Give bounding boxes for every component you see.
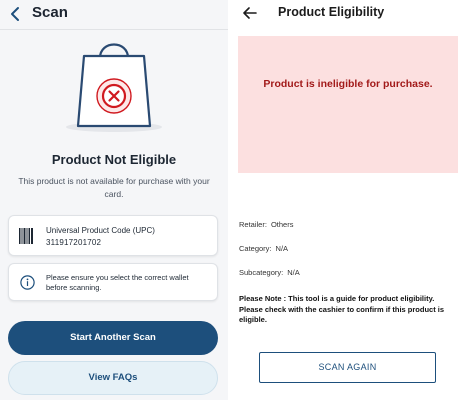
category-value: N/A (275, 244, 289, 253)
eligibility-note: Please Note : This tool is a guide for p… (239, 294, 445, 324)
category-label: Category: (239, 244, 272, 253)
page-title: Product Eligibility (278, 5, 385, 19)
upc-value: 311917201702 (46, 238, 102, 247)
info-card: Please ensure you select the correct wal… (8, 263, 218, 301)
info-text: Please ensure you select the correct wal… (46, 273, 189, 292)
scan-again-button[interactable]: SCAN AGAIN (259, 352, 436, 383)
retailer-label: Retailer: (239, 220, 267, 229)
ineligible-banner: Product is ineligible for purchase. (238, 36, 458, 173)
info-icon (20, 275, 35, 290)
upc-label: Universal Product Code (UPC) (46, 226, 155, 235)
back-arrow-icon[interactable] (242, 3, 258, 23)
product-eligibility-screen: Product Eligibility Product is ineligibl… (236, 0, 460, 400)
subcategory-label: Subcategory: (239, 268, 284, 277)
scan-header: Scan (0, 0, 228, 30)
shopping-bag-icon (64, 38, 164, 134)
retailer-value: Others (270, 220, 294, 229)
back-chevron-icon[interactable] (6, 3, 26, 25)
ineligible-message: Product is ineligible for purchase. (263, 78, 433, 90)
status-title: Product Not Eligible (51, 152, 177, 167)
scan-result-screen: Scan Product Not Eligible This product i… (0, 0, 228, 400)
upc-card: Universal Product Code (UPC) 31191720170… (8, 215, 218, 256)
page-title: Scan (32, 4, 68, 21)
status-description: This product is not available for purcha… (18, 176, 210, 199)
subcategory-row: Subcategory: N/A (239, 268, 300, 277)
barcode-icon (19, 228, 33, 244)
subcategory-value: N/A (287, 268, 300, 277)
category-row: Category: N/A (239, 244, 288, 253)
view-faqs-button[interactable]: View FAQs (8, 361, 218, 395)
start-another-scan-button[interactable]: Start Another Scan (8, 321, 218, 355)
not-eligible-x-icon (96, 78, 132, 114)
retailer-row: Retailer: Others (239, 220, 293, 229)
